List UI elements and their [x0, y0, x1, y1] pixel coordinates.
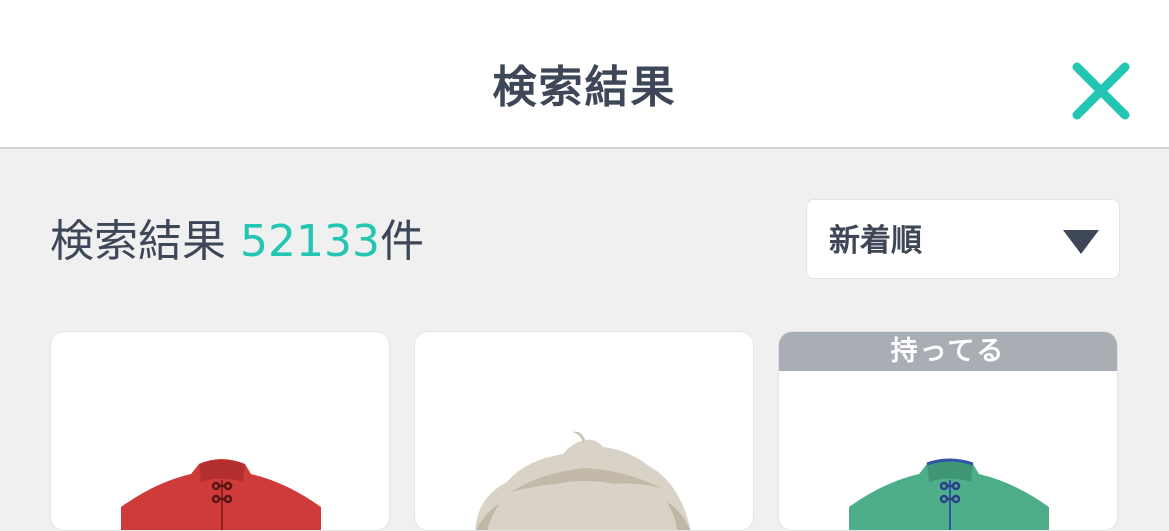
item-card-green-shirt[interactable]: 持ってる [778, 331, 1118, 531]
item-card-hair[interactable] [414, 331, 754, 531]
close-icon [1072, 62, 1130, 120]
result-count-number: 52133 [240, 216, 380, 267]
item-card-red-shirt[interactable] [50, 331, 390, 531]
result-count-label: 検索結果 [50, 216, 240, 267]
result-count-suffix: 件 [379, 216, 424, 267]
result-count: 検索結果 52133件 [50, 212, 424, 272]
sort-dropdown[interactable]: 新着順 [806, 199, 1120, 279]
close-button[interactable] [1068, 58, 1134, 124]
red-shirt-image [121, 459, 321, 530]
triangle-down-icon [1063, 230, 1099, 254]
green-shirt-image [849, 458, 1049, 530]
header-bar: 検索結果 [0, 0, 1169, 149]
page-title: 検索結果 [492, 62, 677, 113]
sort-selected-label: 新着順 [829, 223, 922, 259]
hair-image [475, 431, 691, 530]
